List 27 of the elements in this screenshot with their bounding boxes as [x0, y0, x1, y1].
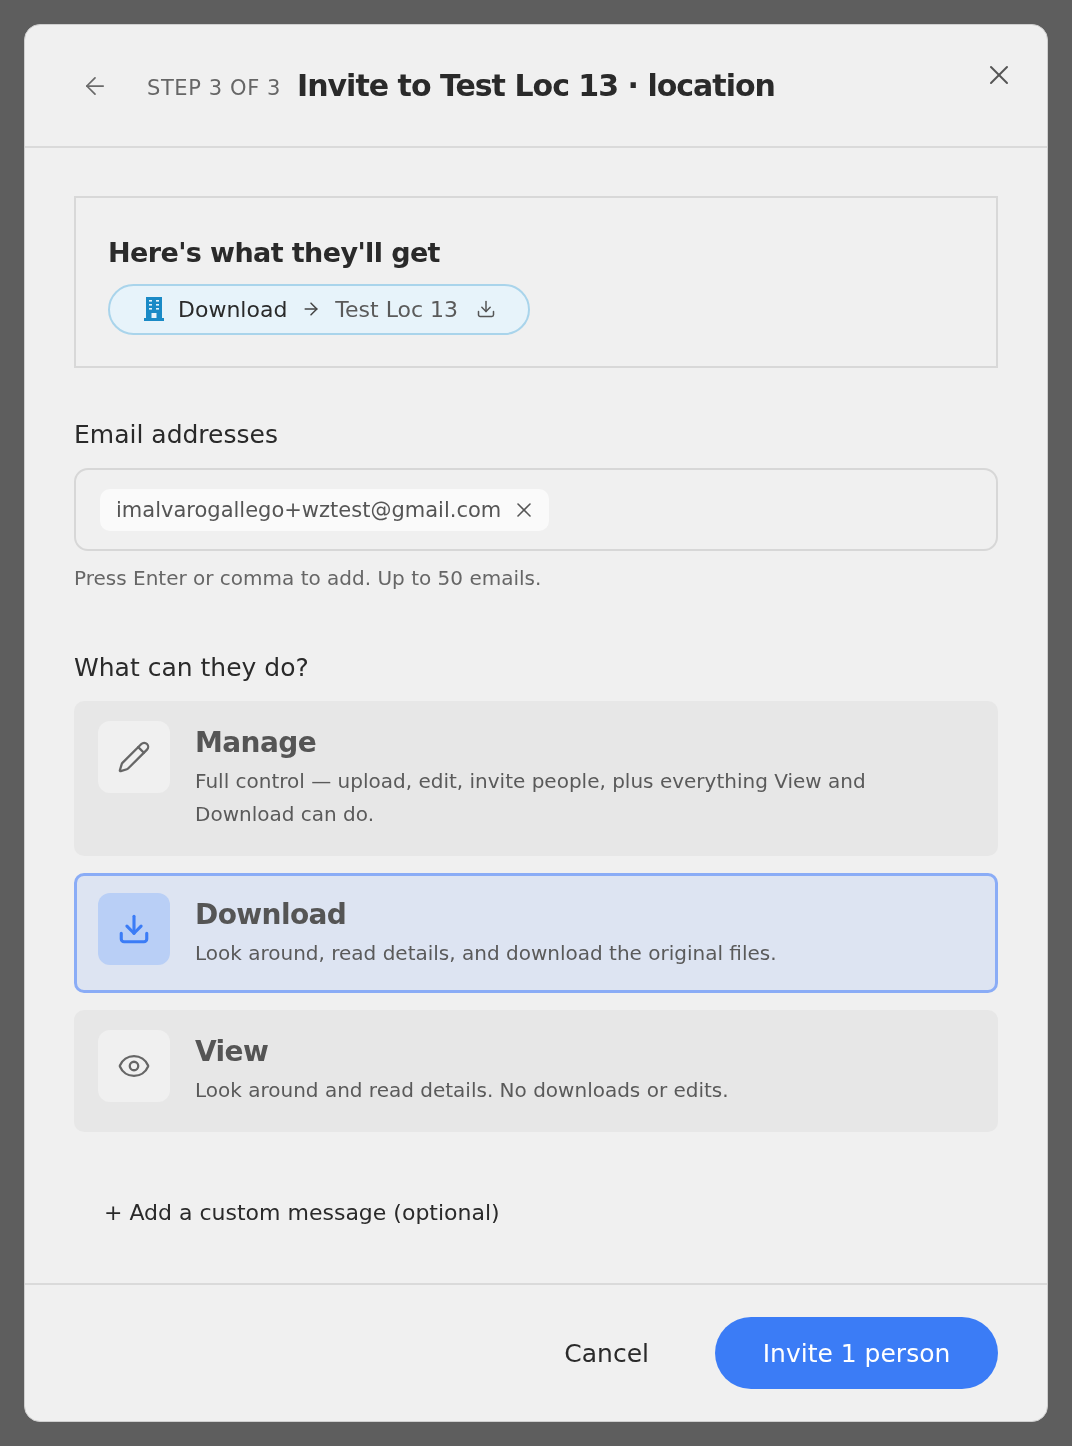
- email-tag-text: imalvarogallego+wztest@gmail.com: [116, 497, 502, 522]
- permission-option[interactable]: View Look around and read details. No downloads or edits.: [74, 1010, 998, 1132]
- option-description: Look around, read details, and download the original files.: [195, 940, 778, 967]
- chip-role: Download: [178, 296, 288, 322]
- invite-button[interactable]: Invite 1 person: [715, 1317, 998, 1389]
- pencil-icon: [98, 721, 170, 793]
- option-description: Full control — upload, edit, invite people, plus everything View and Download can do.: [195, 768, 867, 828]
- option-description: Look around and read details. No downloads or edits.: [195, 1077, 730, 1104]
- chip-location: Test Loc 13: [335, 296, 459, 322]
- email-input-field[interactable]: imalvarogallego+wztest@gmail.com: [74, 468, 998, 551]
- building-icon: [144, 297, 164, 321]
- add-message-link[interactable]: + Add a custom message (optional): [104, 1198, 500, 1228]
- eye-icon: [98, 1030, 170, 1102]
- permissions-label: What can they do?: [74, 653, 310, 683]
- option-title: Download: [195, 897, 348, 933]
- step-indicator: STEP 3 OF 3: [147, 74, 282, 101]
- email-label: Email addresses: [74, 420, 279, 450]
- summary-heading: Here's what they'll get: [108, 235, 440, 270]
- permission-option[interactable]: Download Look around, read details, and download the original files.: [74, 873, 998, 993]
- permission-option[interactable]: Manage Full control — upload, edit, invite people, plus everything View and Download can do.: [74, 701, 998, 856]
- dialog-title: Invite to Test Loc 13 · location: [297, 66, 775, 105]
- option-title: View: [195, 1034, 270, 1070]
- download-icon: [98, 893, 170, 965]
- option-title: Manage: [195, 725, 318, 761]
- cancel-button[interactable]: Cancel: [562, 1332, 651, 1374]
- email-hint: Press Enter or comma to add. Up to 50 emails.: [74, 565, 543, 591]
- download-icon: [476, 299, 497, 319]
